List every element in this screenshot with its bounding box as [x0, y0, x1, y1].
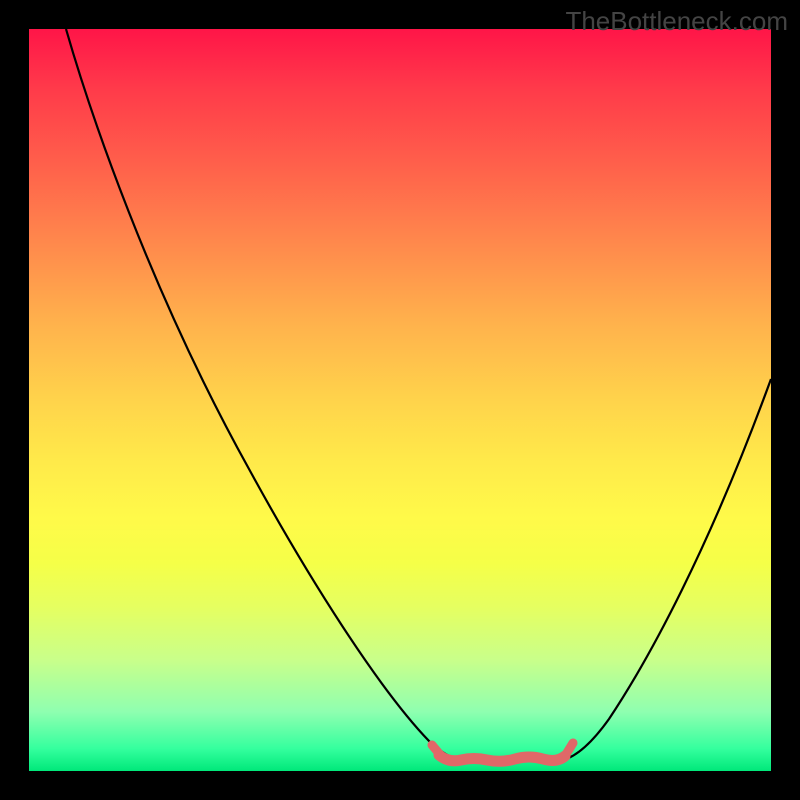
chart-svg [29, 29, 771, 771]
chart-gradient-background [29, 29, 771, 771]
bottom-band-left-spur [432, 745, 442, 757]
curve-right-path [563, 379, 771, 760]
bottom-band-right-spur [565, 743, 573, 756]
curve-left-path [66, 29, 461, 760]
bottom-band-path [439, 755, 565, 761]
watermark-text: TheBottleneck.com [565, 6, 788, 37]
